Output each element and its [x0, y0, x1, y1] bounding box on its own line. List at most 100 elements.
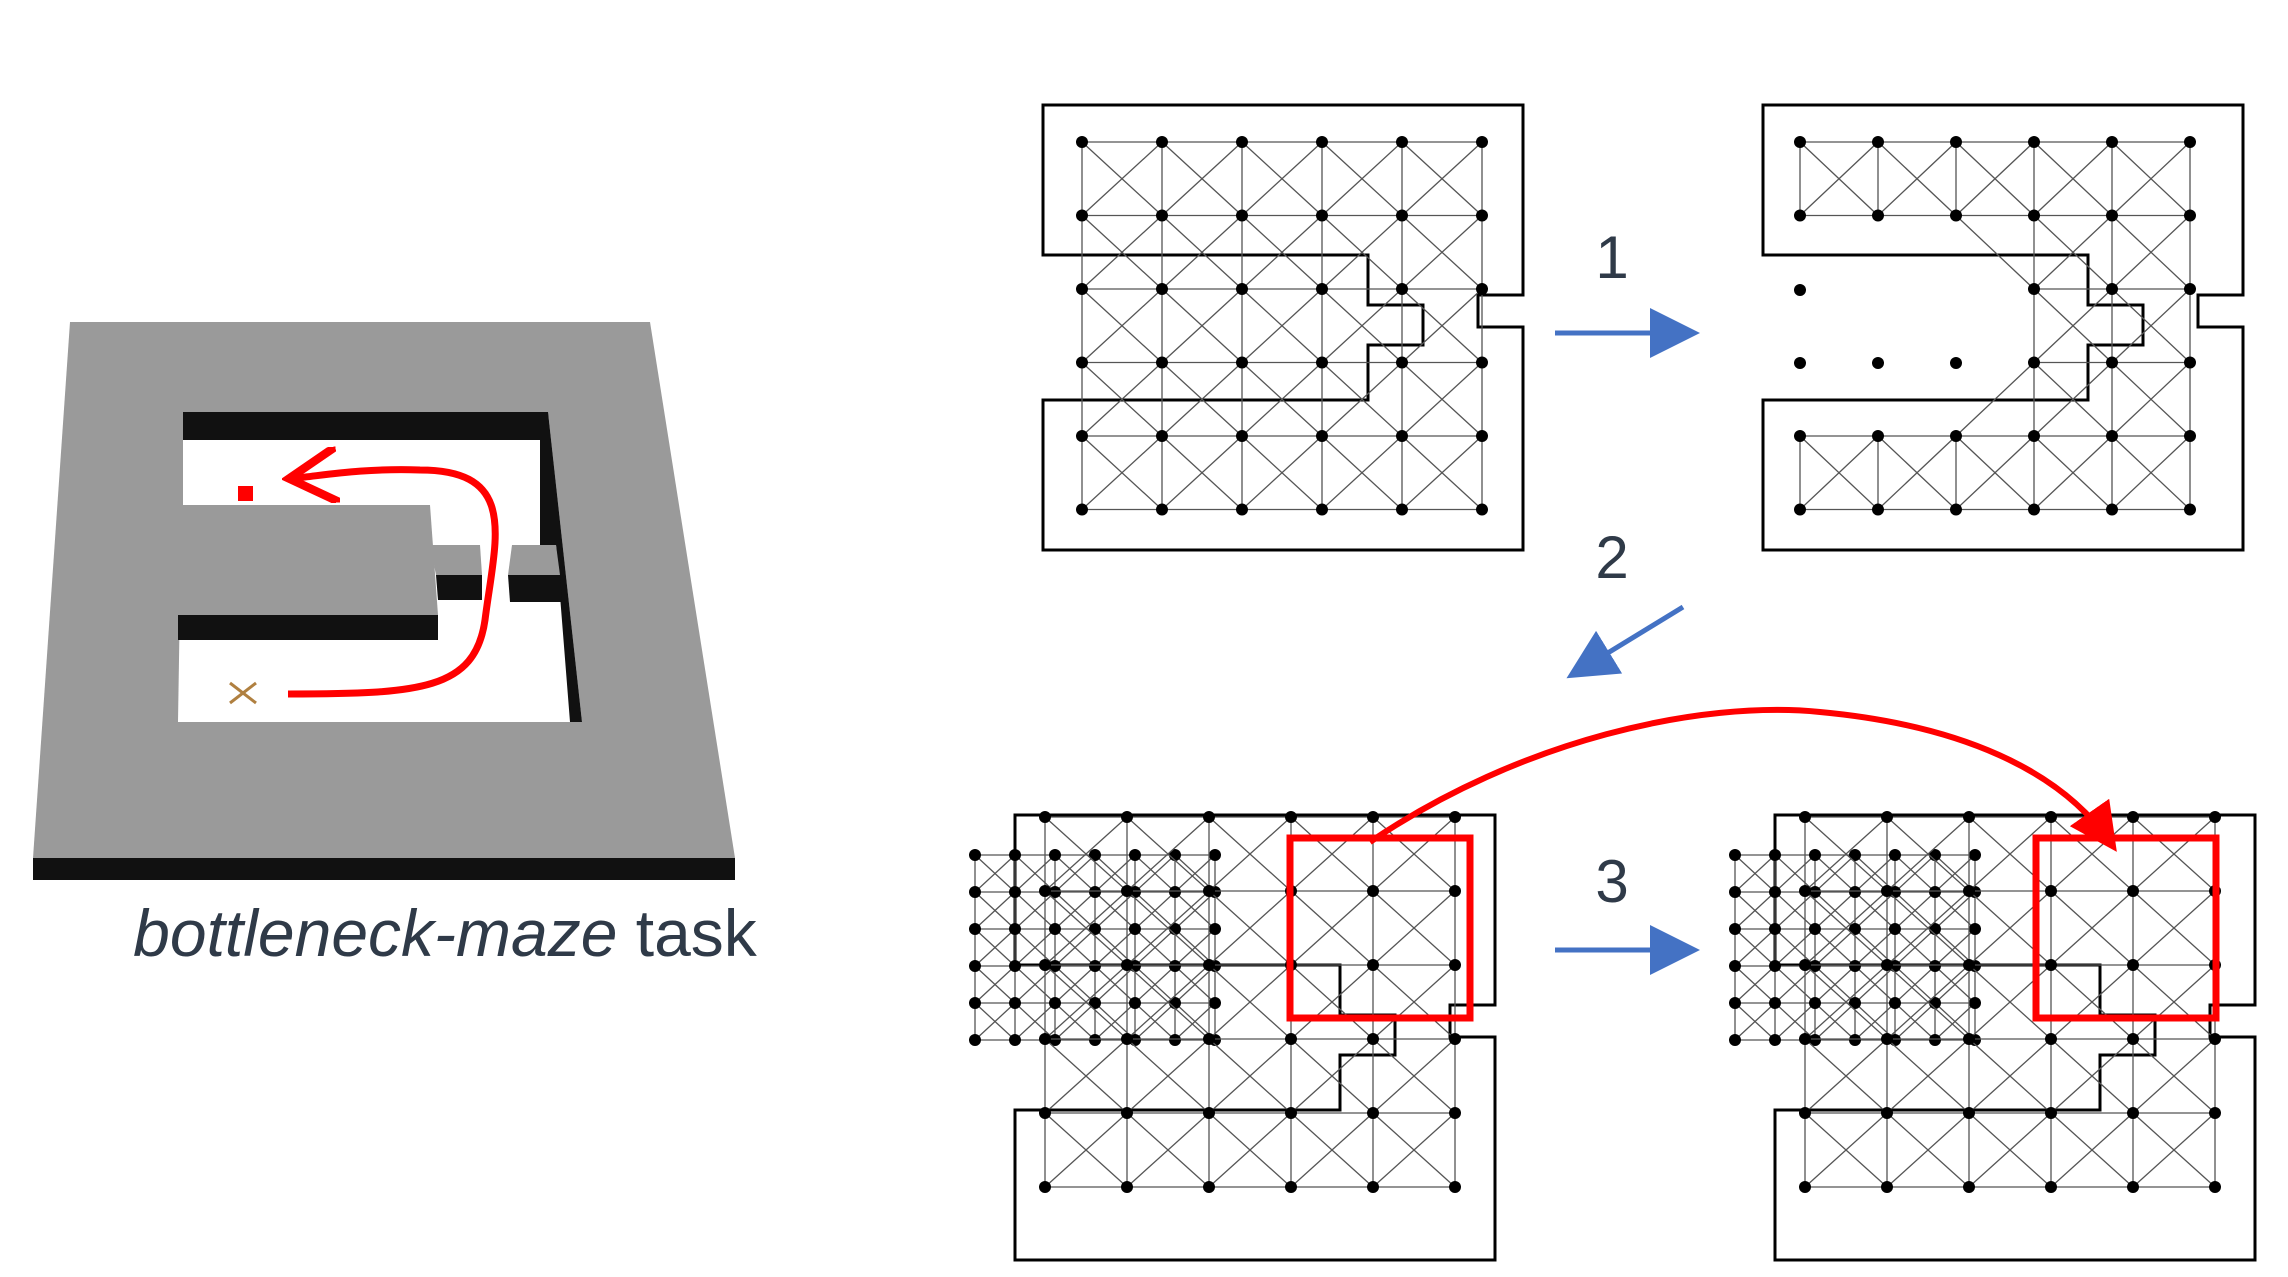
graph-node	[1203, 1033, 1215, 1045]
graph-node	[1729, 1034, 1741, 1046]
maze-3d-render	[33, 322, 735, 880]
graph-node	[1156, 356, 1168, 369]
graph-node	[2106, 209, 2118, 222]
graph-node	[1396, 356, 1408, 369]
graph-node	[1881, 885, 1893, 897]
graph-node	[1129, 923, 1141, 935]
graph-node	[1449, 1181, 1461, 1193]
graph-node	[969, 923, 981, 935]
graph-node	[2184, 209, 2196, 222]
graph-node	[1039, 1107, 1051, 1119]
graph-node	[1872, 357, 1884, 369]
graph-node	[1929, 960, 1941, 972]
graph-node	[1009, 923, 1021, 935]
step-arrow-2	[1566, 604, 1685, 679]
graph-node	[2028, 356, 2040, 369]
graph-node	[1963, 959, 1975, 971]
graph-node	[1799, 1181, 1811, 1193]
maze-outline	[1773, 813, 2257, 1262]
panel-overlay-graph-after	[1729, 811, 2257, 1262]
maze-divider-top	[178, 505, 438, 615]
graph-node	[1449, 959, 1461, 971]
graph-node	[1316, 136, 1328, 148]
graph-node	[2028, 430, 2040, 442]
graph-node	[2127, 1033, 2139, 1045]
graph-node	[1769, 886, 1781, 898]
graph-node	[2106, 503, 2118, 516]
graph-node	[1769, 960, 1781, 972]
graph-node	[969, 1034, 981, 1046]
graph-node	[1476, 356, 1488, 369]
graph-node	[1950, 136, 1962, 148]
panel-pruned-graph	[1761, 103, 2245, 552]
graph-node	[1794, 503, 1806, 516]
graph-node	[1950, 357, 1962, 369]
graph-node	[2127, 811, 2139, 823]
graph-node	[1794, 430, 1806, 442]
graph-node	[2184, 356, 2196, 369]
graph-node	[2127, 1107, 2139, 1119]
panel-overlay-graph-before	[969, 811, 1497, 1262]
step-label-2: 2	[1595, 524, 1628, 591]
graph-node	[2028, 136, 2040, 148]
graph-edge	[1955, 215, 2035, 290]
graph-node	[1209, 923, 1221, 935]
graph-node	[1089, 886, 1101, 898]
graph-node	[2127, 885, 2139, 897]
graph-node	[1929, 886, 1941, 898]
graph-node	[1950, 503, 1962, 516]
graph-node	[1076, 209, 1088, 222]
graph-node	[1316, 209, 1328, 222]
graph-node	[1872, 209, 1884, 222]
graph-node	[1236, 503, 1248, 516]
graph-node	[1476, 209, 1488, 222]
subgraph-transfer-arrow	[1368, 706, 2117, 852]
graph-node	[1236, 283, 1248, 295]
graph-node	[1950, 430, 1962, 442]
graph-node	[1129, 997, 1141, 1009]
isolated-nodes	[1794, 284, 1962, 369]
graph-node	[1769, 923, 1781, 935]
graph-node	[1285, 1181, 1297, 1193]
graph-node	[2106, 430, 2118, 442]
graph-node	[1121, 1033, 1133, 1045]
graph-node	[1396, 209, 1408, 222]
graph-node	[1729, 960, 1741, 972]
graph-node	[2209, 1033, 2221, 1045]
graph-node	[2184, 430, 2196, 442]
graph-node	[1794, 284, 1806, 296]
graph-node	[1476, 283, 1488, 295]
graph-node	[1476, 503, 1488, 516]
graph-node	[1396, 430, 1408, 442]
graph-node	[1203, 1181, 1215, 1193]
graph-node	[1849, 960, 1861, 972]
graph-node	[2045, 885, 2057, 897]
maze-bottleneck-left-side	[436, 575, 482, 600]
graph-node	[2045, 1107, 2057, 1119]
graph-node	[1794, 357, 1806, 369]
graph-node	[1367, 1033, 1379, 1045]
graph-node	[2106, 356, 2118, 369]
graph-node	[1881, 1181, 1893, 1193]
graph-node	[1729, 849, 1741, 861]
graph-node	[1963, 885, 1975, 897]
graph-node	[1849, 886, 1861, 898]
graph-node	[1769, 1034, 1781, 1046]
step-label-1: 1	[1595, 224, 1628, 291]
maze-wall-left-lower	[70, 640, 178, 722]
graph-node	[1799, 885, 1811, 897]
graph-node	[2127, 959, 2139, 971]
graph-node	[1969, 849, 1981, 861]
graph-node	[1963, 1033, 1975, 1045]
graph-node	[1729, 923, 1741, 935]
graph-node	[2028, 283, 2040, 295]
maze-bottleneck-right-side	[508, 575, 562, 602]
graph-node	[1076, 356, 1088, 369]
graph-node	[1881, 959, 1893, 971]
graph-node	[1121, 885, 1133, 897]
graph-node	[1121, 959, 1133, 971]
graph-node	[2045, 811, 2057, 823]
graph-node	[1076, 283, 1088, 295]
graph-node	[1367, 811, 1379, 823]
graph-node	[1872, 503, 1884, 516]
